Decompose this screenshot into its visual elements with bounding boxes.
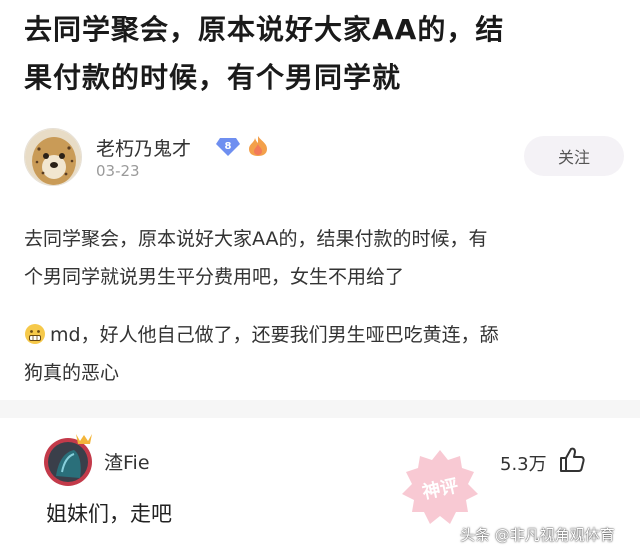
- creator-flame-icon: [246, 135, 270, 157]
- post-body-paragraph-2-line-1: md，好人他自己做了，还要我们男生哑巴吃黄连，舔: [24, 316, 624, 354]
- commenter-avatar-icon: [44, 434, 92, 486]
- cheetah-avatar-icon: [25, 129, 81, 185]
- comment-text: 姐妹们，走吧: [46, 502, 172, 526]
- toutiao-watermark: 头条 @非凡视角观体育: [460, 526, 615, 544]
- vip-level: 8: [225, 141, 232, 152]
- author-row: 老朽乃鬼才 8 03-23 关注: [24, 128, 624, 188]
- commenter-name[interactable]: 渣Fie: [104, 448, 150, 475]
- author-name[interactable]: 老朽乃鬼才: [96, 134, 191, 161]
- post-date: 03-23: [96, 162, 140, 180]
- post-body-line-1: 去同学聚会，原本说好大家AA的，结果付款的时候，有: [24, 228, 488, 250]
- post-title-line-2: 果付款的时候，有个男同学就: [24, 61, 402, 94]
- author-badges: 8: [216, 134, 270, 158]
- featured-comment-stamp-icon: 神评: [398, 446, 482, 530]
- post-body-line-2: 个男同学就说男生平分费用吧，女生不用给了: [24, 266, 405, 288]
- thumbs-up-icon[interactable]: [558, 446, 586, 474]
- post-body-paragraph-2-line-2: 狗真的恶心: [24, 362, 120, 384]
- post-body-paragraph-2: md，好人他自己做了，还要我们男生哑巴吃黄连，舔 狗真的恶心: [24, 316, 624, 392]
- follow-button[interactable]: 关注: [524, 136, 624, 176]
- post-body-paragraph-2-text-1: md，好人他自己做了，还要我们男生哑巴吃黄连，舔: [50, 324, 499, 346]
- author-avatar[interactable]: [24, 128, 82, 186]
- commenter-avatar[interactable]: [40, 432, 96, 488]
- post-title: 去同学聚会，原本说好大家AA的，结 果付款的时候，有个男同学就: [24, 6, 624, 102]
- like-count: 5.3万: [500, 454, 547, 475]
- section-divider: [0, 400, 640, 418]
- crown-icon: [76, 434, 92, 444]
- featured-comment-stamp-label: 神评: [420, 475, 461, 504]
- post-body: 去同学聚会，原本说好大家AA的，结果付款的时候，有 个男同学就说男生平分费用吧，…: [24, 220, 624, 296]
- grimace-emoji-icon: [24, 320, 46, 344]
- vip-diamond-icon: 8: [216, 136, 240, 156]
- post-title-line-1: 去同学聚会，原本说好大家AA的，结: [24, 13, 505, 46]
